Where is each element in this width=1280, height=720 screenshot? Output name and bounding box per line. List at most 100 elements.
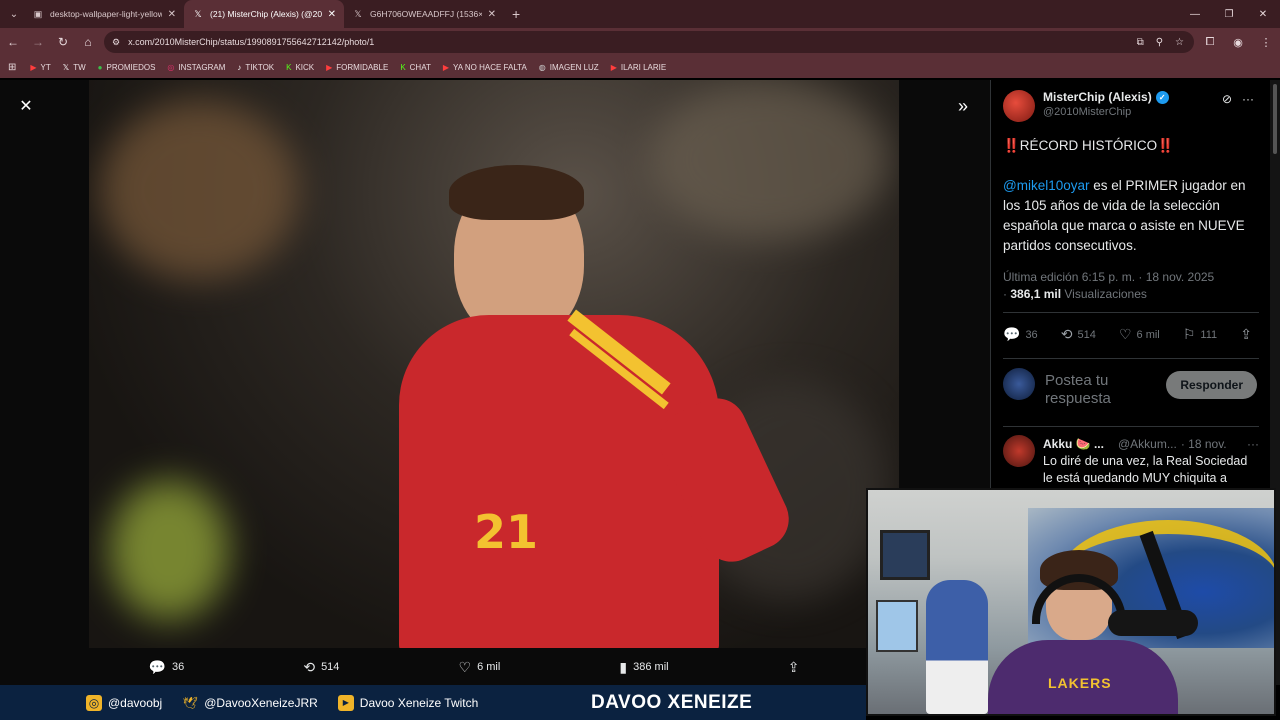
tweet-author[interactable]: MisterChip (Alexis) ✓ @2010MisterChip: [1003, 90, 1169, 122]
install-app-icon[interactable]: ⧉: [1137, 37, 1144, 48]
close-icon[interactable]: ✕: [328, 9, 336, 20]
bookmark-stat[interactable]: ⚐ 111: [1183, 326, 1217, 343]
bookmark-label: YA NO HACE FALTA: [453, 62, 527, 72]
mention-link[interactable]: @mikel10oyar: [1003, 178, 1089, 193]
youtube-icon: ▶: [326, 62, 333, 72]
views-count: 386,1 mil: [1010, 287, 1062, 301]
reply-tweet[interactable]: Akku 🍉 ... @Akkum... · 18 nov. ··· Lo di…: [1003, 435, 1259, 487]
stat-count: 36: [1025, 328, 1038, 341]
reply-input[interactable]: Postea tu respuesta: [1045, 368, 1155, 408]
views-label: Visualizaciones: [1064, 287, 1147, 301]
scrollbar-thumb[interactable]: [1273, 84, 1277, 154]
back-icon[interactable]: ←: [1, 30, 25, 54]
tab-2[interactable]: 𝕏 G6H706OWEAADFFJ (1536×2048) ✕: [344, 0, 504, 28]
bookmark-ya-no-hace-falta[interactable]: ▶ YA NO HACE FALTA: [443, 63, 527, 72]
avatar[interactable]: [1003, 435, 1035, 467]
tab-0[interactable]: ▣ desktop-wallpaper-light-yellow ✕: [24, 0, 184, 28]
bookmark-ilari-larie[interactable]: ▶ ILARI LARIE: [611, 63, 667, 72]
instagram-handle: @davoobj: [108, 695, 163, 710]
twitch-name: Davoo Xeneize Twitch: [359, 695, 479, 710]
close-icon[interactable]: ✕: [488, 9, 496, 20]
bookmark-promiedos[interactable]: ● PROMIEDOS: [98, 63, 156, 72]
avatar[interactable]: [1003, 90, 1035, 122]
reply-action[interactable]: 💬 36: [149, 659, 185, 676]
browser-toolbar: ← → ↻ ⌂ ⚙ x.com/2010MisterChip/status/19…: [0, 28, 1280, 56]
share-icon: ⇪: [1240, 326, 1252, 342]
player-mural: [926, 580, 988, 714]
promiedos-icon: ●: [97, 62, 103, 72]
reply-icon: 💬: [148, 658, 166, 675]
apps-icon[interactable]: ⊞: [8, 62, 16, 73]
close-icon[interactable]: ✕: [14, 94, 38, 118]
retweet-stat[interactable]: ⟲ 514: [1061, 326, 1096, 343]
image-icon: ▣: [33, 8, 43, 19]
url-text: x.com/2010MisterChip/status/199089175564…: [128, 37, 375, 47]
edit-timestamp[interactable]: Última edición 6:15 p. m. · 18 nov. 2025: [1003, 269, 1259, 286]
x-logo-icon: 𝕏: [62, 62, 70, 72]
heart-stat[interactable]: ♡ 6 mil: [1119, 326, 1160, 343]
reload-icon[interactable]: ↻: [51, 30, 75, 54]
star-icon[interactable]: ☆: [1175, 37, 1184, 48]
kick-icon: K: [286, 62, 292, 72]
profile-icon[interactable]: ◉: [1224, 36, 1252, 49]
bookmark-tiktok[interactable]: ♪ TIKTOK: [237, 63, 274, 72]
bookmark-label: TIKTOK: [245, 62, 275, 72]
stat-count: 6 mil: [1136, 328, 1160, 341]
tab-strip: ⌄ ▣ desktop-wallpaper-light-yellow ✕ 𝕏 (…: [0, 0, 1280, 28]
heart-icon: ♡: [1118, 326, 1132, 342]
minimize-icon[interactable]: —: [1178, 0, 1212, 28]
collapse-panel-icon[interactable]: »: [950, 94, 976, 118]
tab-search-icon[interactable]: ⌄: [4, 4, 24, 24]
tab-1[interactable]: 𝕏 (21) MisterChip (Alexis) (@2010 ✕: [184, 0, 344, 28]
close-window-icon[interactable]: ✕: [1246, 0, 1280, 28]
reply-button[interactable]: Responder: [1166, 371, 1257, 399]
bookmark-formidable[interactable]: ▶ FORMIDABLE: [326, 63, 388, 72]
reply-author-name[interactable]: Akku 🍉 ...: [1043, 437, 1104, 451]
new-tab-icon[interactable]: +: [512, 6, 520, 22]
menu-icon[interactable]: ⋮: [1252, 36, 1280, 49]
zoom-icon[interactable]: ⚲: [1156, 37, 1163, 48]
bookmark-tw[interactable]: 𝕏 TW: [63, 63, 86, 72]
more-icon[interactable]: ···: [1242, 92, 1254, 106]
heart-action[interactable]: ♡ 6 mil: [459, 659, 501, 676]
close-icon[interactable]: ✕: [168, 9, 176, 20]
reply-text: Lo diré de una vez, la Real Sociedad le …: [1043, 454, 1248, 485]
views-action[interactable]: ▮ 386 mil: [619, 659, 668, 676]
retweet-icon: ⟲: [303, 658, 316, 675]
grok-icon[interactable]: ⊘: [1222, 92, 1232, 106]
window-controls: — ❐ ✕: [1178, 0, 1280, 28]
bookmark-kick[interactable]: K KICK: [286, 63, 314, 72]
framed-poster: [880, 530, 930, 580]
bookmarks-bar: ⊞ ▶ YT 𝕏 TW ● PROMIEDOS ◎ INSTAGRAM ♪ TIKTOK K KICK…: [0, 56, 1280, 78]
reply-stat[interactable]: 💬 36: [1003, 326, 1038, 343]
bookmark-chat[interactable]: K CHAT: [400, 63, 431, 72]
restore-icon[interactable]: ❐: [1212, 0, 1246, 28]
handle[interactable]: @2010MisterChip: [1043, 106, 1169, 118]
forward-icon[interactable]: →: [26, 30, 50, 54]
youtube-icon: ▶: [337, 694, 354, 711]
reply-author-handle[interactable]: @Akkum...: [1118, 437, 1177, 451]
bookmark-imagen-luz[interactable]: ◍ IMAGEN LUZ: [539, 63, 599, 72]
bookmark-instagram[interactable]: ◎ INSTAGRAM: [167, 63, 225, 72]
share-action[interactable]: ⇪: [788, 659, 806, 676]
extensions-icon[interactable]: ⧠: [1196, 36, 1224, 49]
home-icon[interactable]: ⌂: [76, 30, 100, 54]
tweet-headline: ‼️RÉCORD HISTÓRICO‼️: [1003, 138, 1174, 153]
site-info-icon[interactable]: ⚙: [112, 37, 120, 48]
tweet-stats: 💬 36 ⟲ 514 ♡ 6 mil ⚐ 111 ⇪: [1003, 326, 1257, 343]
retweet-action[interactable]: ⟲ 514: [303, 659, 339, 676]
bookmark-yt[interactable]: ▶ YT: [30, 63, 50, 72]
tab-title: desktop-wallpaper-light-yellow: [50, 9, 162, 19]
reply-date[interactable]: · 18 nov.: [1181, 437, 1227, 451]
streamer: LAKERS: [988, 550, 1178, 714]
tweet-photo[interactable]: 21: [89, 80, 899, 648]
x-logo-icon: 𝕏: [194, 8, 202, 19]
share-stat[interactable]: ⇪: [1240, 326, 1257, 343]
bookmark-label: ILARI LARIE: [620, 62, 667, 72]
tweet-text: ‼️RÉCORD HISTÓRICO‼️ @mikel10oyar es el …: [1003, 136, 1263, 256]
divider: [1003, 426, 1259, 427]
address-bar[interactable]: ⚙ x.com/2010MisterChip/status/1990891755…: [104, 31, 1194, 53]
bookmark-label: YT: [40, 62, 51, 72]
display-name[interactable]: MisterChip (Alexis): [1043, 90, 1152, 104]
more-icon[interactable]: ···: [1247, 437, 1259, 451]
